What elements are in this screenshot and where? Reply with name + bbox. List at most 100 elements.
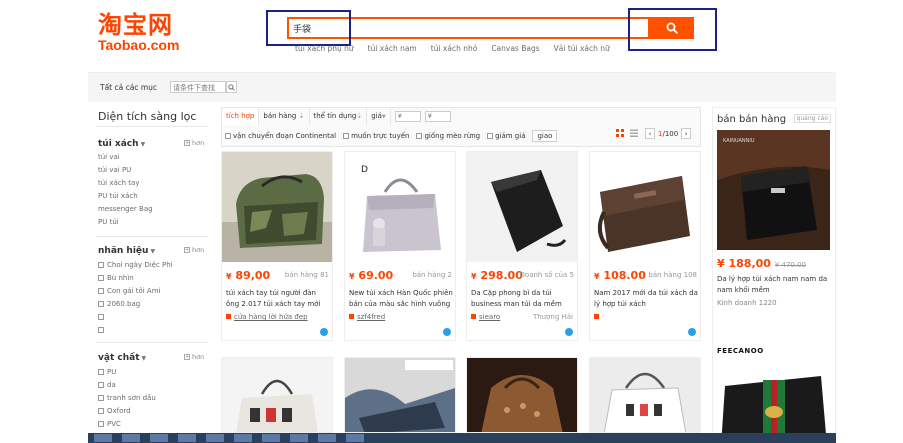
product-card[interactable] <box>221 357 333 433</box>
checkbox[interactable] <box>416 132 423 139</box>
filter-group-brand[interactable]: nhãn hiệu ▼ <box>98 246 155 256</box>
filter-group-bags[interactable]: túi xách ▼ <box>98 139 145 149</box>
product-title[interactable]: túi xách tay túi người đàn ông 2.017 túi… <box>226 288 330 310</box>
checkbox[interactable] <box>98 262 104 268</box>
checkbox[interactable] <box>98 382 104 388</box>
product-image[interactable] <box>467 152 577 262</box>
sub-search-button[interactable] <box>226 81 237 93</box>
product-image[interactable] <box>590 152 700 262</box>
hot-word[interactable]: túi xách nhỏ <box>431 44 478 53</box>
product-title[interactable]: Nam 2017 mới da túi xách da lý hợp túi x… <box>594 288 698 310</box>
product-image[interactable] <box>467 358 577 433</box>
taobao-logo[interactable]: 淘宝网 Taobao.com <box>98 12 179 52</box>
product-image[interactable] <box>222 152 332 262</box>
filter-group-material[interactable]: vật chất ▼ <box>98 353 146 363</box>
option-checkbox[interactable]: vận chuyển đoạn Continental <box>225 132 336 140</box>
product-title[interactable]: New túi xách Hàn Quốc phiên bản của màu … <box>349 288 453 310</box>
checkbox[interactable] <box>98 408 104 414</box>
filter-checkbox[interactable]: PVC <box>98 418 156 431</box>
hot-word[interactable]: túi xách phụ nữ <box>295 44 354 53</box>
taskbar-app-icon[interactable] <box>122 434 140 442</box>
taskbar-app-icon[interactable] <box>94 434 112 442</box>
checkbox[interactable] <box>98 369 104 375</box>
product-image[interactable]: D <box>345 152 455 262</box>
checkbox[interactable] <box>98 301 104 307</box>
filter-link[interactable]: PU túi xách <box>98 190 153 203</box>
taskbar-app-icon[interactable] <box>150 434 168 442</box>
taskbar-app-icon[interactable] <box>318 434 336 442</box>
ad-brand-logo[interactable]: FEECANOO <box>717 347 764 355</box>
wangwang-chat-icon[interactable] <box>320 328 328 336</box>
taskbar-app-icon[interactable] <box>346 434 364 442</box>
product-card[interactable]: ¥ 298.00 Doanh số của 5 Da Cặp phong bì … <box>466 151 578 341</box>
price-from-input[interactable]: ¥ <box>394 111 421 122</box>
filter-checkbox[interactable]: Choi ngày Diệc Phi <box>98 259 173 272</box>
more-button[interactable]: + hơn <box>184 246 204 254</box>
checkbox[interactable] <box>98 421 104 427</box>
filter-link[interactable]: messenger Bag <box>98 203 153 216</box>
filter-checkbox[interactable]: 2060.bag <box>98 298 173 311</box>
product-card[interactable] <box>344 357 456 433</box>
ship-to-button[interactable]: giao <box>532 129 558 142</box>
filter-checkbox[interactable]: Oxford <box>98 405 156 418</box>
all-categories-link[interactable]: Tất cả các mục <box>100 83 157 92</box>
sort-credit[interactable]: thể tín dụng⇣ <box>310 108 368 125</box>
checkbox[interactable] <box>98 288 104 294</box>
product-card[interactable]: ¥ 108.00 bán hàng 108 Nam 2017 mới da tú… <box>589 151 701 341</box>
product-title[interactable]: Da Cặp phong bì da túi business man túi … <box>471 288 575 310</box>
shop-link[interactable]: siearo <box>471 313 500 321</box>
checkbox[interactable] <box>98 314 104 320</box>
sort-sales[interactable]: bán hàng ⇣ <box>259 108 310 125</box>
sort-comprehensive[interactable]: tích hợp <box>222 108 260 125</box>
filter-checkbox[interactable] <box>98 311 173 324</box>
taskbar-app-icon[interactable] <box>262 434 280 442</box>
taskbar-app-icon[interactable] <box>206 434 224 442</box>
product-card[interactable]: ¥ 89,00 bán hàng 81 túi xách tay túi ngư… <box>221 151 333 341</box>
filter-link[interactable]: PU túi <box>98 216 153 229</box>
sub-search-input[interactable]: 请条件下查找 <box>170 81 226 93</box>
price-to-input[interactable]: ¥ <box>424 111 451 122</box>
filter-checkbox[interactable]: Con gái tôi Ami <box>98 285 173 298</box>
filter-checkbox[interactable]: da <box>98 379 156 392</box>
product-image[interactable] <box>222 358 332 433</box>
filter-link[interactable]: túi vai <box>98 151 153 164</box>
checkbox[interactable] <box>343 132 350 139</box>
wangwang-chat-icon[interactable] <box>688 328 696 336</box>
more-button[interactable]: + hơn <box>184 139 204 147</box>
filter-checkbox[interactable]: PU <box>98 366 156 379</box>
filter-link[interactable]: túi xách tay <box>98 177 153 190</box>
option-checkbox[interactable]: giống mèo rừng <box>416 132 480 140</box>
checkbox[interactable] <box>225 132 231 139</box>
option-checkbox[interactable]: giảm giá <box>487 132 525 140</box>
hot-word[interactable]: túi xách nam <box>368 44 417 53</box>
product-card[interactable]: D ¥ 69.00 bán hàng 2 New túi xách Hàn Qu… <box>344 151 456 341</box>
product-card[interactable] <box>466 357 578 433</box>
checkbox[interactable] <box>98 327 104 333</box>
taskbar-app-icon[interactable] <box>290 434 308 442</box>
hot-word[interactable]: Vải túi xách nữ <box>554 44 610 53</box>
product-image[interactable] <box>590 358 700 433</box>
wangwang-chat-icon[interactable] <box>443 328 451 336</box>
grid-view-icon[interactable] <box>615 128 625 138</box>
checkbox[interactable] <box>98 275 104 281</box>
more-button[interactable]: + hơn <box>184 353 204 361</box>
hot-word[interactable]: Canvas Bags <box>491 44 539 53</box>
ad-title[interactable]: Da lý hợp túi xách nam nam da nam khối m… <box>717 274 831 296</box>
shop-link[interactable] <box>594 313 602 321</box>
filter-checkbox[interactable]: tranh sơn dầu <box>98 392 156 405</box>
product-image[interactable] <box>345 358 455 433</box>
list-view-icon[interactable] <box>629 128 639 138</box>
taskbar-app-icon[interactable] <box>234 434 252 442</box>
sort-price[interactable]: giá▼ <box>367 108 391 125</box>
checkbox[interactable] <box>487 132 494 139</box>
option-checkbox[interactable]: muốn trực tuyến <box>343 132 409 140</box>
checkbox[interactable] <box>98 395 104 401</box>
ad-product-image[interactable] <box>717 366 830 443</box>
shop-link[interactable]: szf4fred <box>349 313 385 321</box>
ad-product-image[interactable]: KAINUANNIU <box>717 130 830 250</box>
wangwang-chat-icon[interactable] <box>565 328 573 336</box>
next-page-button[interactable]: › <box>681 128 692 139</box>
filter-checkbox[interactable]: Bù nhìn <box>98 272 173 285</box>
shop-link[interactable]: cửa hàng lời hứa đẹp <box>226 313 308 321</box>
prev-page-button[interactable]: ‹ <box>645 128 655 139</box>
